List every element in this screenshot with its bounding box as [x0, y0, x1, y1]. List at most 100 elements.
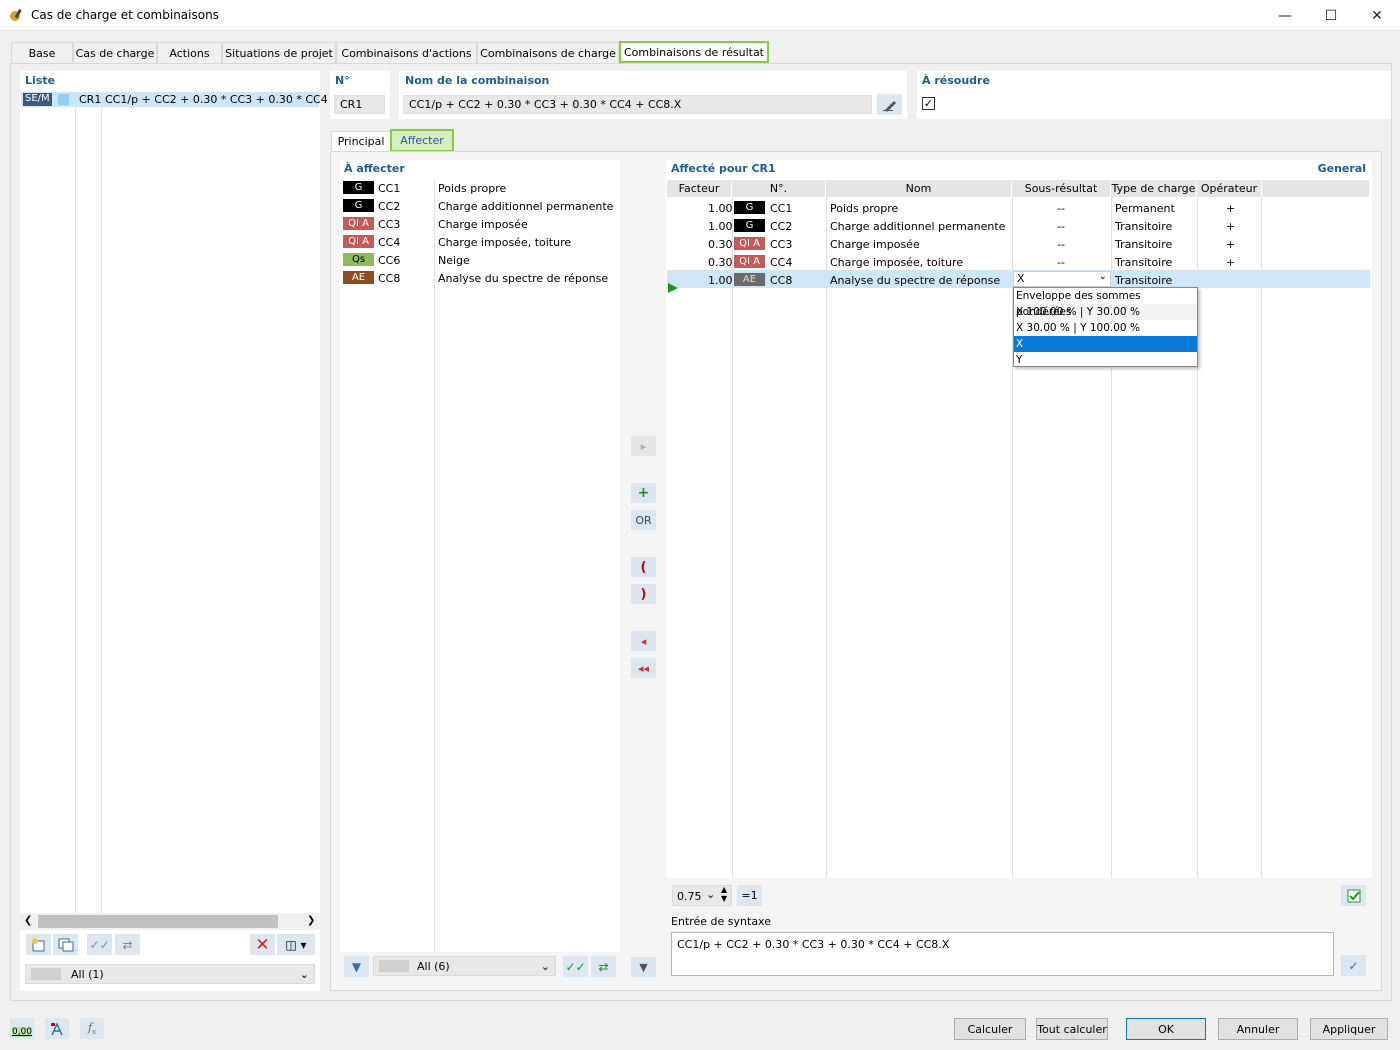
dropdown-option[interactable]: Enveloppe des sommes pondérées [1014, 288, 1197, 318]
calculate-all-button[interactable]: Tout calculer [1036, 1018, 1108, 1040]
operator[interactable]: + [1226, 256, 1235, 269]
set-one-button[interactable]: =1 [737, 885, 762, 906]
delete-button[interactable]: ✕ [250, 934, 275, 955]
to-assign-filter-select[interactable]: All (6) ⌄ [373, 956, 556, 976]
minimize-button[interactable]: — [1262, 0, 1308, 31]
combination-name-field[interactable]: CC1/p + CC2 + 0.30 * CC3 + 0.30 * CC4 + … [403, 95, 872, 114]
chevron-down-icon: ⌄ [1098, 271, 1107, 282]
load-type: Permanent [1115, 202, 1175, 215]
load-badge: G [343, 199, 374, 212]
factor-spinner[interactable]: 0.75 ⌄ ▲ ▼ [672, 885, 732, 906]
assigned-row-selected[interactable]: 1.00 AE CC8 Analyse du spectre de répons… [667, 270, 1370, 288]
view-options-button[interactable]: ◫ ▾ [277, 934, 315, 955]
structure-button[interactable] [45, 1018, 69, 1039]
or-button[interactable]: OR [631, 510, 656, 530]
load-name: Charge additionnel permanente [438, 200, 614, 213]
check-all-loads-button[interactable]: ✓✓ [563, 956, 588, 977]
load-id: CC8 [770, 274, 793, 287]
number-section: N° CR1 [330, 71, 390, 119]
dropdown-option-selected[interactable]: X [1014, 336, 1197, 352]
uncheck-list-icon: ⇄ [122, 937, 133, 952]
open-paren-button[interactable]: ( [631, 557, 656, 577]
dropdown-option[interactable]: Y [1014, 352, 1197, 368]
resolve-checkbox[interactable]: ✓ [922, 97, 935, 110]
apply-syntax-button[interactable]: ✓ [1341, 955, 1366, 976]
tab-principal[interactable]: Principal [331, 131, 391, 151]
add-plus-button[interactable]: + [631, 483, 656, 503]
filter-button[interactable]: ▼ [344, 956, 369, 977]
load-badge: QI A [734, 255, 765, 268]
maximize-button[interactable]: ☐ [1308, 0, 1354, 31]
spinner-arrows-icon[interactable]: ▲ ▼ [721, 885, 727, 903]
check-all-button[interactable]: ✓✓ [87, 934, 112, 955]
structure-icon [51, 1021, 63, 1035]
load-type: Transitoire [1115, 220, 1173, 233]
toggle-loads-button[interactable]: ⇄ [591, 956, 616, 977]
number-field[interactable]: CR1 [334, 95, 385, 114]
load-badge: QI A [343, 217, 374, 230]
dropdown-option[interactable]: X 100.00 % | Y 30.00 % [1014, 304, 1197, 320]
copy-item-button[interactable] [53, 934, 78, 955]
operator[interactable]: + [1226, 220, 1235, 233]
tab-action-combinations[interactable]: Combinaisons d'actions [336, 42, 477, 63]
assign-button[interactable]: ▸ [631, 436, 656, 456]
col-operator: Opérateur [1197, 180, 1262, 197]
list-filter-select[interactable]: All (1) ⌄ [25, 964, 315, 984]
close-paren-button[interactable]: ) [631, 584, 656, 604]
remove-button[interactable]: ◂ [631, 631, 656, 651]
ok-button[interactable]: OK [1126, 1018, 1206, 1040]
operator[interactable]: + [1226, 202, 1235, 215]
edit-name-button[interactable] [877, 94, 902, 115]
factor-value[interactable]: 0.30 [708, 256, 733, 269]
tab-load-cases[interactable]: Cas de charge [73, 42, 157, 63]
tab-base[interactable]: Base [11, 42, 73, 63]
sub-result[interactable]: -- [1057, 220, 1065, 233]
tab-design-situations[interactable]: Situations de projet [222, 42, 336, 63]
horizontal-scrollbar[interactable]: ❮ ❯ [20, 913, 320, 930]
sub-result-select[interactable]: X ⌄ [1013, 271, 1111, 287]
operator[interactable]: + [1226, 238, 1235, 251]
sub-result[interactable]: -- [1057, 238, 1065, 251]
sub-result[interactable]: -- [1057, 202, 1065, 215]
factor-value[interactable]: 1.00 [708, 202, 733, 215]
validate-table-button[interactable] [1341, 885, 1366, 906]
new-item-button[interactable] [26, 934, 51, 955]
scroll-left-icon[interactable]: ❮ [24, 915, 32, 926]
view-icon: ◫ ▾ [285, 937, 307, 952]
cancel-button[interactable]: Annuler [1218, 1018, 1298, 1040]
tab-load-combinations[interactable]: Combinaisons de charge [477, 42, 619, 63]
calculate-button[interactable]: Calculer [954, 1018, 1026, 1040]
edit-icon [882, 100, 896, 112]
factor-value[interactable]: 0.30 [708, 238, 733, 251]
to-assign-panel: À affecter G CC1 Poids propre G CC2 Char… [340, 160, 620, 952]
name-label: Nom de la combinaison [405, 74, 550, 87]
move-down-button[interactable]: ▼ [631, 957, 656, 977]
dropdown-option[interactable]: X 30.00 % | Y 100.00 % [1014, 320, 1197, 336]
scroll-right-icon[interactable]: ❯ [307, 915, 315, 926]
close-window-button[interactable]: ✕ [1354, 0, 1400, 31]
filter-icon: ▼ [351, 959, 362, 974]
load-name: Charge additionnel permanente [830, 220, 1006, 233]
sub-result-value: X [1017, 272, 1025, 285]
list-filter-value: All (1) [71, 967, 104, 981]
load-badge: AE [734, 273, 765, 286]
type-tag: SE/M [23, 93, 52, 106]
syntax-input[interactable]: CC1/p + CC2 + 0.30 * CC3 + 0.30 * CC4 + … [671, 932, 1334, 976]
formula-button[interactable]: fx [80, 1018, 104, 1039]
tab-affecter[interactable]: Affecter [390, 129, 454, 152]
factor-value[interactable]: 1.00 [708, 274, 733, 287]
sub-result[interactable]: -- [1057, 256, 1065, 269]
load-type: Transitoire [1115, 256, 1173, 269]
scroll-thumb[interactable] [38, 915, 278, 928]
tab-result-combinations[interactable]: Combinaisons de résultat [619, 41, 769, 63]
remove-all-button[interactable]: ◂◂ [631, 658, 656, 678]
sub-result-dropdown[interactable]: Enveloppe des sommes pondérées X 100.00 … [1013, 287, 1198, 367]
uncheck-all-button[interactable]: ⇄ [115, 934, 140, 955]
col-factor: Facteur [667, 180, 732, 197]
factor-value[interactable]: 1.00 [708, 220, 733, 233]
apply-button[interactable]: Appliquer [1310, 1018, 1388, 1040]
load-badge: G [734, 219, 765, 232]
list-item[interactable]: SE/M CR1 CC1/p + CC2 + 0.30 * CC3 + 0.30… [21, 92, 352, 107]
tab-actions[interactable]: Actions [157, 42, 222, 63]
units-button[interactable]: 0,00 [10, 1018, 34, 1039]
